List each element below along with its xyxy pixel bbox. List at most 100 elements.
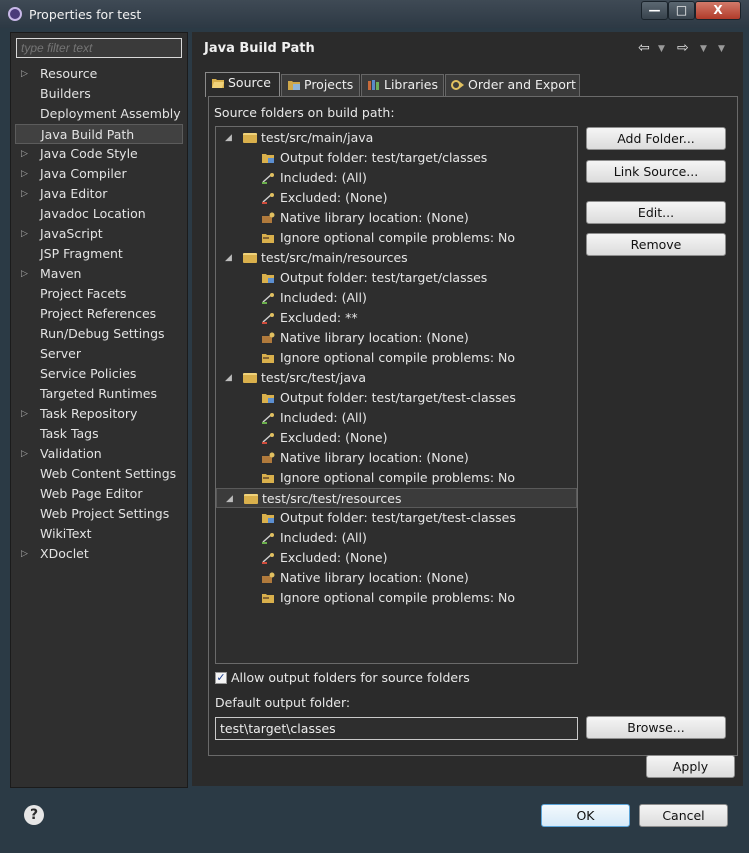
nav-item[interactable]: Run/Debug Settings — [15, 324, 183, 344]
source-folder-path: test/src/test/java — [261, 370, 367, 385]
source-folders-tree[interactable]: ◢ test/src/main/java Output folder: test/t… — [215, 126, 578, 664]
nav-item[interactable]: Server — [15, 344, 183, 364]
nav-item[interactable]: JSP Fragment — [15, 244, 183, 264]
nav-item[interactable]: ▷ Task Repository — [15, 404, 183, 424]
nav-item[interactable]: ▷ Java Code Style — [15, 144, 183, 164]
source-folder-attribute-row[interactable]: Output folder: test/target/test-classes — [216, 508, 577, 528]
maximize-button[interactable]: □ — [668, 1, 695, 20]
nav-item-label: Web Content Settings — [40, 466, 177, 481]
nav-item[interactable]: ▷ Maven — [15, 264, 183, 284]
source-folder-attribute-row[interactable]: Excluded: (None) — [216, 548, 577, 568]
nav-item[interactable]: Project References — [15, 304, 183, 324]
order-icon — [451, 80, 464, 90]
nav-item[interactable]: Web Project Settings — [15, 504, 183, 524]
source-folder-attribute-row[interactable]: Excluded: (None) — [216, 188, 577, 208]
tab-order-and-export[interactable]: Order and Export — [445, 74, 580, 96]
project-icon — [288, 81, 300, 90]
collapse-arrow-icon[interactable]: ◢ — [226, 489, 233, 509]
source-folder-attribute-row[interactable]: Excluded: ** — [216, 308, 577, 328]
source-folder-attribute-row[interactable]: Ignore optional compile problems: No — [216, 468, 577, 488]
source-folder-attribute-row[interactable]: Included: (All) — [216, 288, 577, 308]
link-source-button[interactable]: Link Source... — [586, 160, 726, 183]
expand-arrow-icon[interactable]: ▷ — [21, 164, 28, 184]
nav-item-label: Validation — [40, 446, 102, 461]
tab-libraries[interactable]: Libraries — [361, 74, 444, 96]
source-folder-attribute-row[interactable]: Ignore optional compile problems: No — [216, 588, 577, 608]
expand-arrow-icon[interactable]: ▷ — [21, 144, 28, 164]
nav-item[interactable]: Web Page Editor — [15, 484, 183, 504]
source-folder-attribute-row[interactable]: Output folder: test/target/test-classes — [216, 388, 577, 408]
source-folder-path: test/src/main/java — [261, 130, 374, 145]
view-menu-icon[interactable]: ▼ — [718, 44, 725, 54]
nav-item[interactable]: ▷ Java Editor — [15, 184, 183, 204]
nav-item[interactable]: ▷ Resource — [15, 64, 183, 84]
nav-item[interactable]: Project Facets — [15, 284, 183, 304]
help-icon[interactable]: ? — [24, 805, 44, 825]
add-folder-button[interactable]: Add Folder... — [586, 127, 726, 150]
output-folder-icon — [262, 514, 274, 523]
expand-arrow-icon[interactable]: ▷ — [21, 184, 28, 204]
source-folder-attribute-row[interactable]: Output folder: test/target/classes — [216, 148, 577, 168]
source-folder-row[interactable]: ◢ test/src/test/resources — [216, 488, 577, 508]
minimize-button[interactable]: — — [641, 1, 668, 20]
nav-item[interactable]: Builders — [15, 84, 183, 104]
nav-item[interactable]: Deployment Assembly — [15, 104, 183, 124]
source-folder-attribute-row[interactable]: Included: (All) — [216, 168, 577, 188]
remove-button[interactable]: Remove — [586, 233, 726, 256]
filter-input[interactable] — [16, 38, 182, 58]
source-folder-attribute: Ignore optional compile problems: No — [280, 470, 516, 485]
nav-item[interactable]: Web Content Settings — [15, 464, 183, 484]
nav-item[interactable]: Java Build Path — [15, 124, 183, 144]
collapse-arrow-icon[interactable]: ◢ — [225, 248, 232, 268]
forward-dropdown-icon[interactable]: ▼ — [700, 44, 707, 54]
expand-arrow-icon[interactable]: ▷ — [21, 404, 28, 424]
ignore-problems-icon — [262, 354, 274, 363]
close-button[interactable]: X — [695, 1, 741, 20]
edit-button[interactable]: Edit... — [586, 201, 726, 224]
cancel-button[interactable]: Cancel — [639, 804, 728, 827]
source-folder-attribute-row[interactable]: Native library location: (None) — [216, 328, 577, 348]
source-folder-attribute-row[interactable]: Native library location: (None) — [216, 568, 577, 588]
nav-item[interactable]: ▷ Validation — [15, 444, 183, 464]
source-folder-attribute-row[interactable]: Native library location: (None) — [216, 208, 577, 228]
source-folder-attribute-row[interactable]: Included: (All) — [216, 408, 577, 428]
expand-arrow-icon[interactable]: ▷ — [21, 444, 28, 464]
nav-item[interactable]: WikiText — [15, 524, 183, 544]
ok-button[interactable]: OK — [541, 804, 630, 827]
forward-arrow-icon[interactable]: ⇨ — [677, 40, 689, 56]
expand-arrow-icon[interactable]: ▷ — [21, 64, 28, 84]
source-folder-row[interactable]: ◢ test/src/main/java — [216, 128, 577, 148]
expand-arrow-icon[interactable]: ▷ — [21, 224, 28, 244]
collapse-arrow-icon[interactable]: ◢ — [225, 368, 232, 388]
source-folder-attribute-row[interactable]: Ignore optional compile problems: No — [216, 348, 577, 368]
collapse-arrow-icon[interactable]: ◢ — [225, 128, 232, 148]
source-folder-attribute-row[interactable]: Output folder: test/target/classes — [216, 268, 577, 288]
nav-item[interactable]: Service Policies — [15, 364, 183, 384]
apply-button[interactable]: Apply — [646, 755, 735, 778]
nav-item[interactable]: Javadoc Location — [15, 204, 183, 224]
source-folder-attribute-row[interactable]: Included: (All) — [216, 528, 577, 548]
source-folder-attribute-row[interactable]: Native library location: (None) — [216, 448, 577, 468]
browse-button[interactable]: Browse... — [586, 716, 726, 739]
source-folder-attribute-row[interactable]: Ignore optional compile problems: No — [216, 228, 577, 248]
default-output-folder-input[interactable]: test\target\classes — [215, 717, 578, 740]
source-folder-row[interactable]: ◢ test/src/test/java — [216, 368, 577, 388]
tab-source[interactable]: Source — [205, 72, 280, 97]
nav-item[interactable]: ▷ XDoclet — [15, 544, 183, 564]
allow-output-folders-checkbox[interactable]: ✓ — [215, 672, 227, 684]
nav-item[interactable]: ▷ Java Compiler — [15, 164, 183, 184]
nav-item-label: Service Policies — [40, 366, 137, 381]
nav-item[interactable]: Targeted Runtimes — [15, 384, 183, 404]
source-folder-row[interactable]: ◢ test/src/main/resources — [216, 248, 577, 268]
back-arrow-icon[interactable]: ⇦ — [638, 40, 650, 56]
nav-item-label: Javadoc Location — [40, 206, 146, 221]
nav-item[interactable]: ▷ JavaScript — [15, 224, 183, 244]
tab-projects[interactable]: Projects — [281, 74, 360, 96]
source-folder-attribute-row[interactable]: Excluded: (None) — [216, 428, 577, 448]
nav-item-label: Web Page Editor — [40, 486, 143, 501]
nav-item-label: Resource — [40, 66, 98, 81]
back-dropdown-icon[interactable]: ▼ — [658, 44, 665, 54]
expand-arrow-icon[interactable]: ▷ — [21, 544, 28, 564]
expand-arrow-icon[interactable]: ▷ — [21, 264, 28, 284]
nav-item[interactable]: Task Tags — [15, 424, 183, 444]
